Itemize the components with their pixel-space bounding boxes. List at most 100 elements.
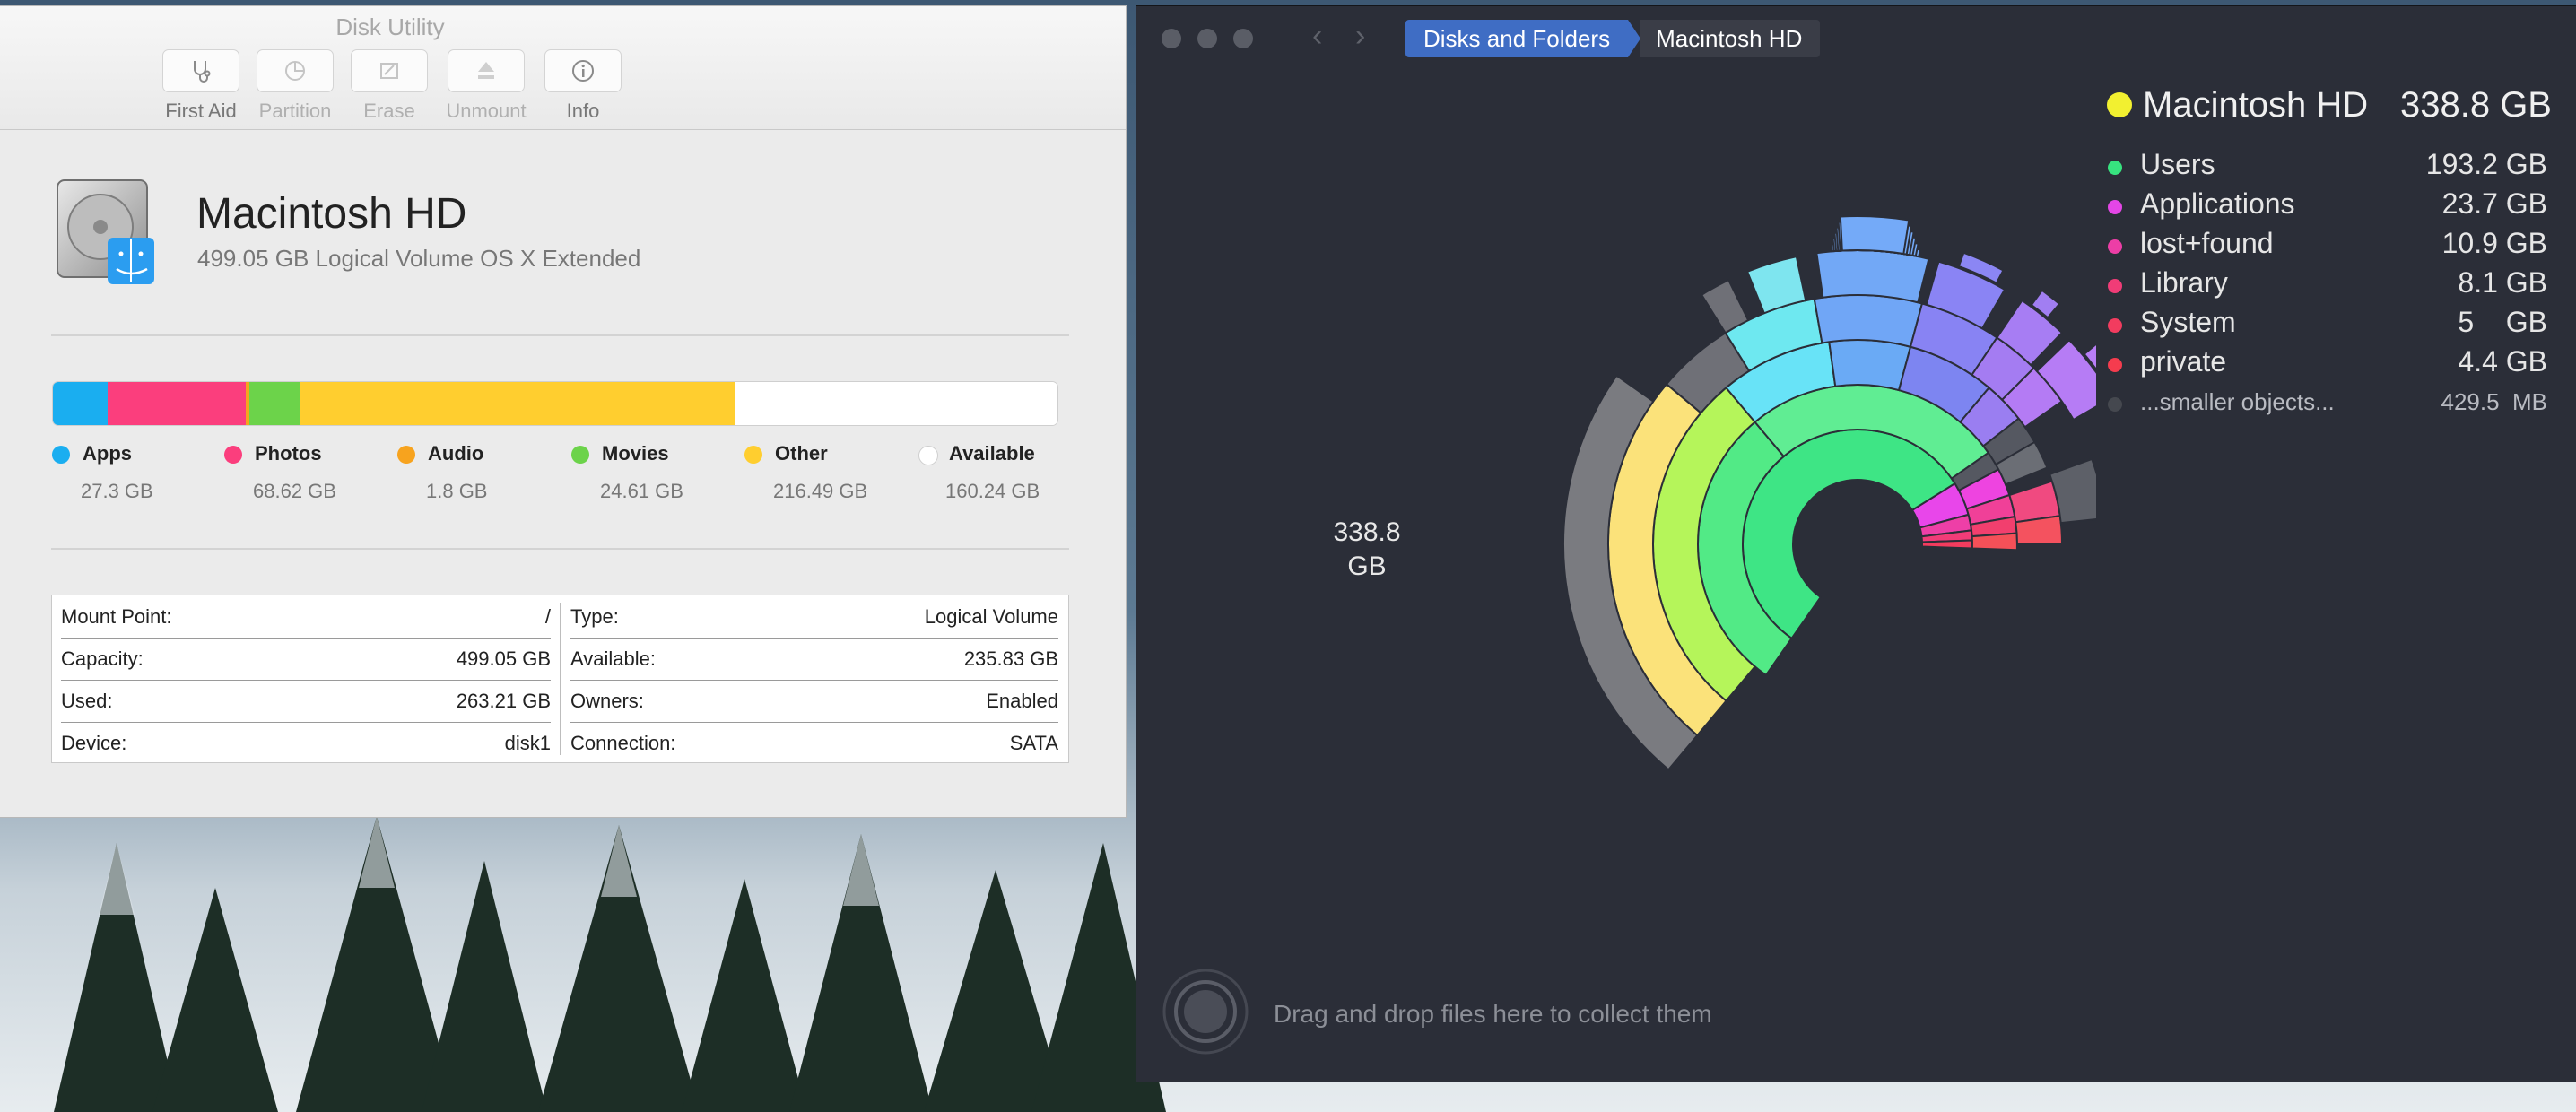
info-value: 499.05 GB: [456, 647, 551, 670]
partition-button[interactable]: Partition: [248, 49, 342, 123]
folder-item[interactable]: System 5 GB: [2108, 306, 2547, 342]
legend-value: 1.8 GB: [426, 480, 488, 502]
legend-dot: [571, 446, 589, 464]
toolbar: Disk Utility First Aid Partition Erase U…: [0, 6, 1126, 130]
legend-value: 24.61 GB: [600, 480, 683, 502]
sunburst-chart[interactable]: [1289, 186, 2096, 831]
segment-level3[interactable]: [1828, 339, 1912, 392]
info-key: Type:: [570, 604, 619, 628]
usage-bar: [52, 381, 1058, 426]
divider: [51, 548, 1069, 550]
info-row: Device: disk1: [61, 722, 551, 764]
folder-color-dot: [2108, 200, 2122, 214]
breadcrumb-macintosh-hd[interactable]: Macintosh HD: [1640, 20, 1821, 57]
collector-icon[interactable]: [1162, 968, 1249, 1056]
info-value: 263.21 GB: [456, 689, 551, 712]
column-divider: [560, 603, 561, 755]
info-button[interactable]: Info: [536, 49, 630, 123]
folder-item[interactable]: Users 193.2 GB: [2108, 148, 2547, 184]
usage-segment-other: [299, 382, 735, 425]
folder-size: 10.9 GB: [2441, 227, 2547, 259]
eject-icon: [478, 62, 494, 79]
trees-decoration: [54, 816, 1166, 1112]
folder-item[interactable]: lost+found 10.9 GB: [2108, 227, 2547, 263]
stethoscope-icon: [194, 61, 211, 83]
legend-label: Apps: [83, 442, 132, 465]
info-key: Mount Point:: [61, 604, 172, 628]
legend-dot: [52, 446, 70, 464]
erase-button[interactable]: Erase: [343, 49, 436, 123]
info-table: Mount Point: / Capacity: 499.05 GB Used: 263.…: [51, 595, 1069, 763]
info-key: Device:: [61, 731, 127, 754]
info-row: Used: 263.21 GB: [61, 680, 551, 723]
erase-label: Erase: [363, 100, 415, 122]
info-row: Connection: SATA: [570, 722, 1058, 764]
info-value: disk1: [504, 731, 551, 754]
info-row: Mount Point: /: [61, 595, 551, 639]
legend-label: Audio: [428, 442, 484, 465]
info-row: Type: Logical Volume: [570, 595, 1058, 639]
legend-value: 160.24 GB: [945, 480, 1040, 502]
segment-system[interactable]: [1920, 539, 1973, 550]
disk-utility-window: Disk Utility First Aid Partition Erase U…: [0, 5, 1127, 818]
folder-color-dot: [2108, 239, 2122, 254]
folder-size: 193.2 GB: [2425, 148, 2547, 180]
usage-segment-photos: [108, 382, 247, 425]
folder-item[interactable]: Applications 23.7 GB: [2108, 187, 2547, 223]
segment-level3[interactable]: [2008, 480, 2061, 524]
segment-level4[interactable]: [1813, 294, 1924, 348]
segment-outer[interactable]: [1839, 215, 1910, 256]
legend-dot: [397, 446, 415, 464]
drive-description: 499.05 GB Logical Volume OS X Extended: [197, 245, 641, 272]
disk-color-dot: [2107, 92, 2132, 117]
pie-icon: [285, 61, 305, 81]
segment-system-child[interactable]: [1971, 532, 2018, 552]
minimize-button[interactable]: [1197, 29, 1217, 48]
legend-label: Movies: [602, 442, 669, 465]
folder-name: lost+found: [2140, 227, 2274, 259]
legend-value: 216.49 GB: [773, 480, 868, 502]
disk-details: Macintosh HD 499.05 GB Logical Volume OS…: [0, 130, 1126, 817]
info-value: SATA: [1009, 731, 1058, 754]
segment-level5[interactable]: [1815, 249, 1930, 304]
info-label: Info: [566, 100, 600, 122]
folder-name: Users: [2140, 148, 2215, 180]
zoom-button[interactable]: [1233, 29, 1253, 48]
folder-size: 8.1 GB: [2458, 266, 2547, 299]
folder-item[interactable]: private 4.4 GB: [2108, 345, 2547, 381]
folder-name: ...smaller objects...: [2140, 388, 2335, 415]
partition-label: Partition: [258, 100, 332, 122]
first-aid-button[interactable]: First Aid: [154, 49, 248, 123]
info-key: Used:: [61, 689, 113, 712]
info-row: Capacity: 499.05 GB: [61, 638, 551, 681]
info-value: /: [544, 604, 551, 628]
window-title: Disk Utility: [335, 13, 445, 40]
unmount-button[interactable]: Unmount: [439, 49, 533, 123]
folder-item[interactable]: Library 8.1 GB: [2108, 266, 2547, 302]
usage-segment-movies: [249, 382, 300, 425]
folder-item[interactable]: ...smaller objects... 429.5 MB: [2108, 385, 2547, 421]
legend-dot: [918, 446, 938, 465]
info-key: Available:: [570, 647, 656, 670]
back-icon[interactable]: ‹: [1312, 19, 1322, 54]
folder-color-dot: [2108, 358, 2122, 372]
breadcrumb: Disks and Folders Macintosh HD: [1405, 20, 1821, 57]
legend-value: 68.62 GB: [253, 480, 336, 502]
breadcrumb-disks-and-folders[interactable]: Disks and Folders: [1405, 20, 1629, 57]
folder-name: Applications: [2140, 187, 2295, 220]
folder-size: 429.5 MB: [2441, 388, 2547, 415]
disk-total-size: 338.8 GB: [2399, 85, 2552, 125]
unmount-label: Unmount: [446, 100, 527, 122]
center-value: 338.8: [1333, 517, 1401, 547]
info-key: Connection:: [570, 731, 676, 754]
folder-color-dot: [2108, 279, 2122, 293]
info-key: Owners:: [570, 689, 644, 712]
legend-label: Available: [949, 442, 1035, 465]
close-button[interactable]: [1162, 29, 1181, 48]
info-value: 235.83 GB: [963, 647, 1058, 670]
forward-icon[interactable]: ›: [1355, 19, 1365, 54]
folder-size: 4.4 GB: [2458, 345, 2547, 378]
info-key: Capacity:: [61, 647, 144, 670]
sunburst-center-size: 338.8 GB: [1318, 516, 1416, 584]
legend-label: Other: [775, 442, 828, 465]
